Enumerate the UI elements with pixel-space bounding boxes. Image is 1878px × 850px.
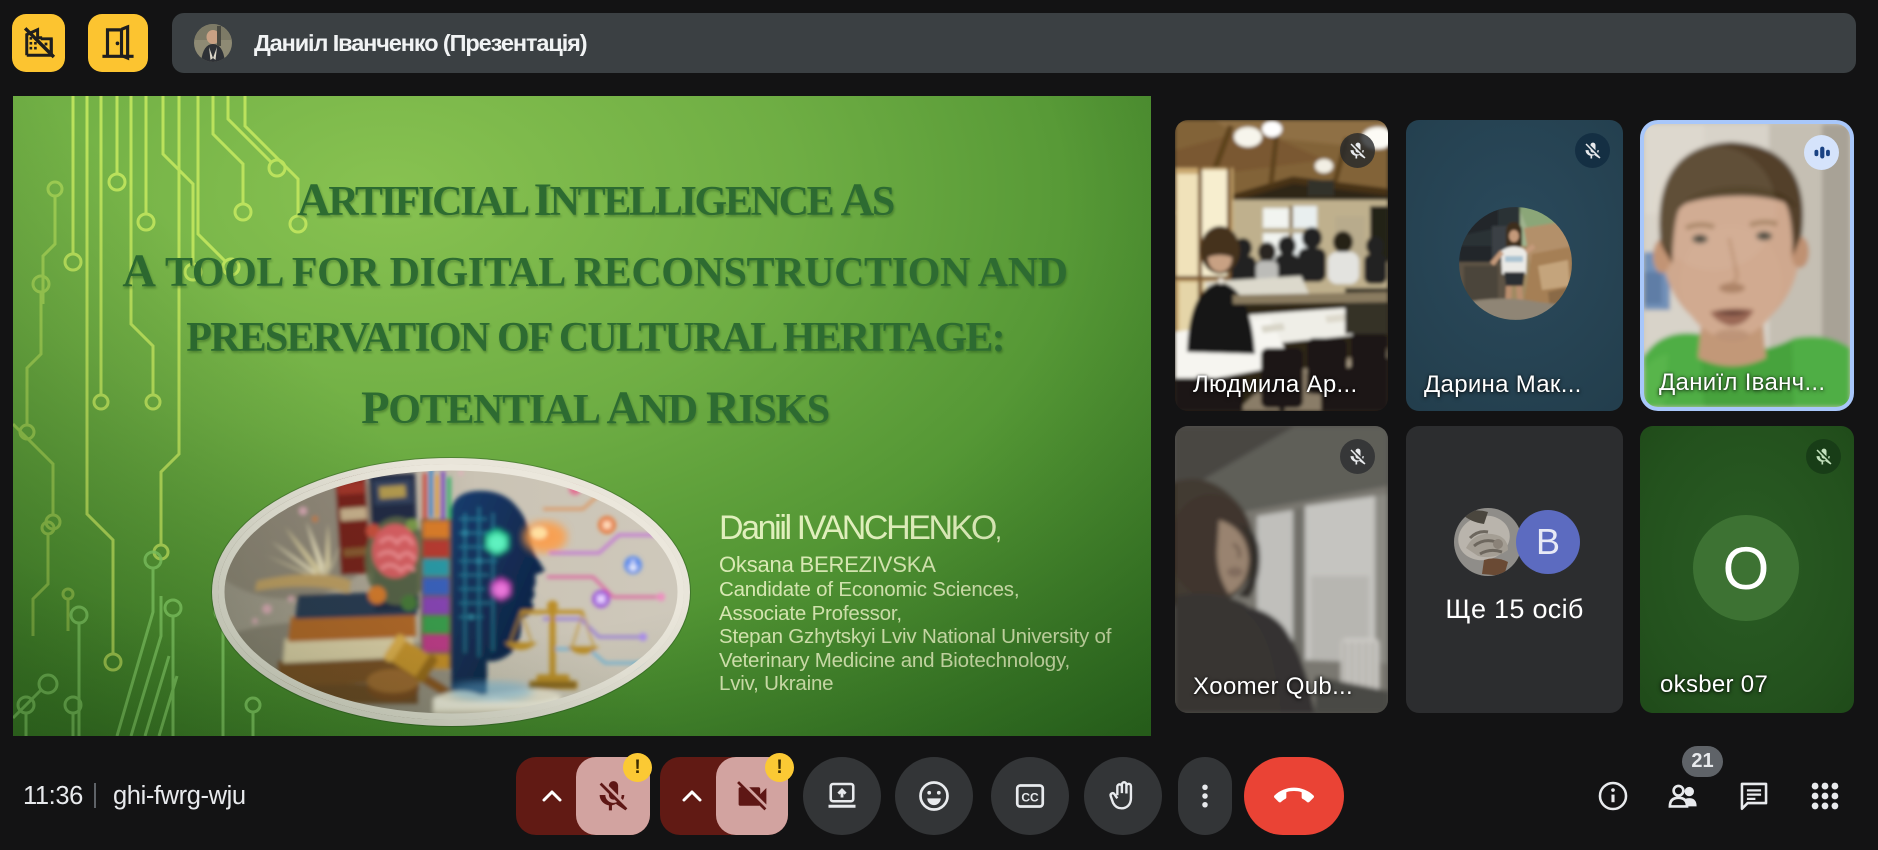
svg-text:CC: CC <box>1021 790 1039 804</box>
